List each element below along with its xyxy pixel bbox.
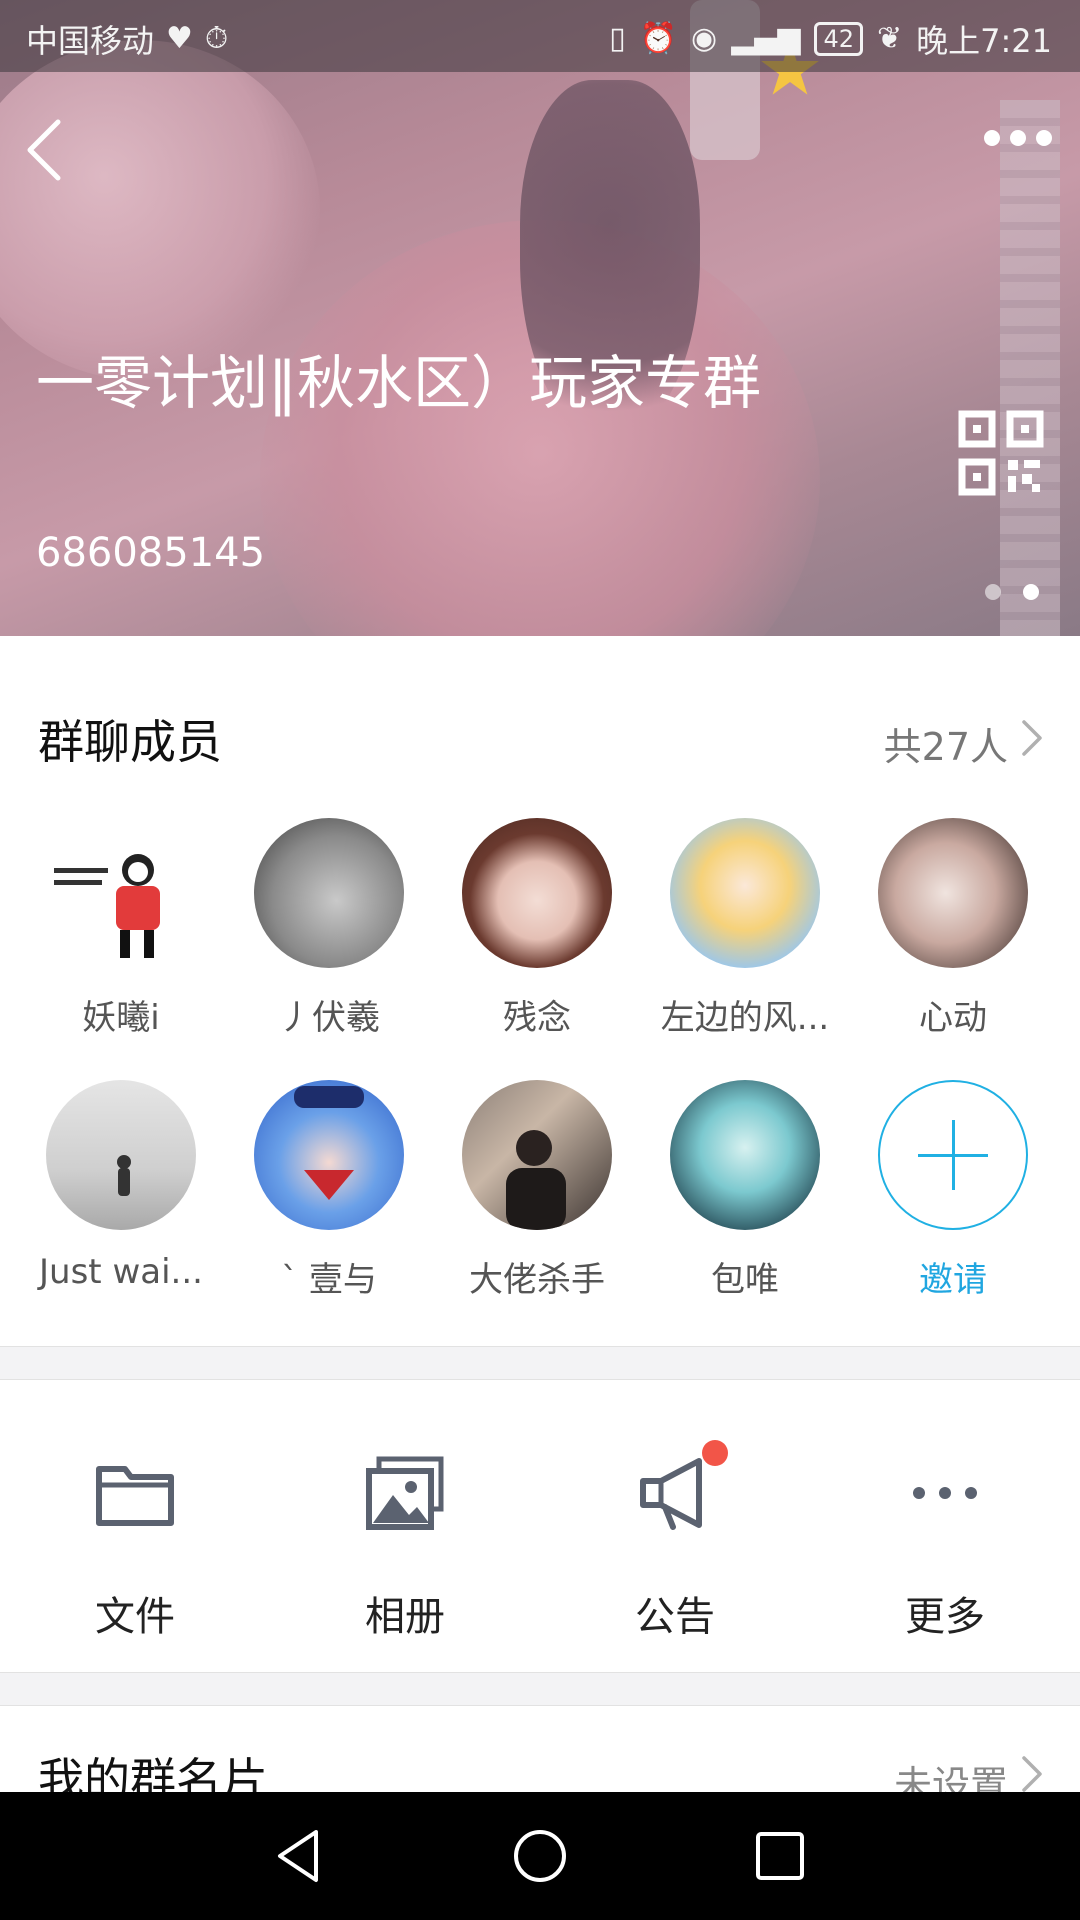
qr-code-button[interactable] xyxy=(958,410,1044,496)
tool-label: 公告 xyxy=(635,1594,715,1640)
avatar xyxy=(46,818,196,968)
tool-album[interactable]: 相册 xyxy=(270,1378,540,1672)
member-item[interactable]: 丿伏羲 xyxy=(225,818,433,1039)
member-item[interactable]: Just wai... xyxy=(17,1080,225,1292)
clock: 晚上7:21 xyxy=(916,22,1052,60)
member-name: ` 壹与 xyxy=(281,1260,377,1300)
member-item[interactable]: 包唯 xyxy=(641,1080,849,1301)
member-item[interactable]: 妖曦i xyxy=(17,818,225,1039)
avatar xyxy=(462,1080,612,1230)
plus-icon xyxy=(878,1080,1028,1230)
section-divider xyxy=(0,1672,1080,1706)
4g-signal-icon: ▂▄▆ xyxy=(731,21,801,56)
member-name: Just wai... xyxy=(39,1252,203,1292)
dot-icon xyxy=(984,130,1000,146)
group-id: 686085145 xyxy=(36,530,266,576)
members-title: 群聊成员 xyxy=(38,715,222,769)
invite-button[interactable]: 邀请 xyxy=(849,1080,1057,1301)
member-name: 丿伏羲 xyxy=(278,998,380,1038)
nav-back-button[interactable] xyxy=(270,1826,330,1886)
chevron-right-icon xyxy=(1022,720,1042,756)
leaf-icon: ❦ xyxy=(876,21,903,56)
status-bar: 中国移动 ♥ ⏱ ▯ ⏰ ◉ ▂▄▆ 42 ❦ 晚上7:21 xyxy=(0,0,1080,72)
member-item[interactable]: 大佬杀手 xyxy=(433,1080,641,1301)
tool-label: 相册 xyxy=(365,1594,445,1640)
group-name: 一零计划‖秋水区）玩家专群 xyxy=(36,349,762,417)
tool-announcement[interactable]: 公告 xyxy=(540,1378,810,1672)
my-card-title: 我的群名片 xyxy=(38,1753,268,1792)
members-count: 共27人 xyxy=(883,725,1008,769)
tool-more[interactable]: 更多 xyxy=(810,1378,1080,1672)
my-group-card-row[interactable]: 我的群名片 未设置 xyxy=(0,1704,1080,1792)
folder-icon xyxy=(96,1466,174,1526)
system-nav-bar xyxy=(0,1792,1080,1920)
avatar xyxy=(670,1080,820,1230)
more-icon xyxy=(913,1487,977,1499)
my-card-value: 未设置 xyxy=(893,1763,1008,1792)
notification-badge xyxy=(702,1440,728,1466)
chevron-right-icon xyxy=(1022,1756,1042,1792)
group-tools: 文件 相册 公告 更多 xyxy=(0,1378,1080,1672)
member-item[interactable]: 左边的风... xyxy=(641,818,849,1039)
battery-icon: 42 xyxy=(814,22,863,56)
tool-label: 文件 xyxy=(95,1594,175,1640)
dot-icon xyxy=(1010,130,1026,146)
qr-code-icon xyxy=(958,410,1044,496)
stopwatch-icon: ⏱ xyxy=(204,21,229,56)
back-button[interactable] xyxy=(20,110,80,190)
pager-dot xyxy=(985,584,1001,600)
megaphone-icon xyxy=(640,1458,702,1530)
alarm-icon: ⏰ xyxy=(639,21,678,56)
pager-dot-active xyxy=(1023,584,1039,600)
avatar xyxy=(254,818,404,968)
avatar xyxy=(878,818,1028,968)
heart-rate-icon: ♥ xyxy=(166,21,193,56)
member-name: 大佬杀手 xyxy=(469,1260,605,1300)
tool-files[interactable]: 文件 xyxy=(0,1378,270,1672)
tool-label: 更多 xyxy=(905,1594,985,1640)
more-options-button[interactable] xyxy=(984,130,1052,146)
member-name: 妖曦i xyxy=(82,998,160,1038)
avatar xyxy=(670,818,820,968)
dot-icon xyxy=(1036,130,1052,146)
eye-icon: ◉ xyxy=(691,21,718,56)
member-name: 心动 xyxy=(919,998,987,1038)
invite-label: 邀请 xyxy=(919,1260,987,1300)
album-icon xyxy=(366,1456,444,1530)
cover-pager xyxy=(985,584,1039,600)
avatar xyxy=(46,1080,196,1230)
carrier-label: 中国移动 xyxy=(26,22,155,60)
nav-recents-button[interactable] xyxy=(750,1826,810,1886)
avatar xyxy=(462,818,612,968)
member-item[interactable]: 残念 xyxy=(433,818,641,1039)
avatar xyxy=(254,1080,404,1230)
member-item[interactable]: ` 壹与 xyxy=(225,1080,433,1301)
member-name: 残念 xyxy=(503,998,571,1038)
vibrate-icon: ▯ xyxy=(609,21,626,56)
nav-home-button[interactable] xyxy=(510,1826,570,1886)
member-name: 包唯 xyxy=(711,1260,779,1300)
section-divider xyxy=(0,1346,1080,1380)
member-item[interactable]: 心动 xyxy=(849,818,1057,1039)
member-name: 左边的风... xyxy=(660,998,830,1038)
chevron-left-icon xyxy=(27,119,61,181)
members-header[interactable]: 群聊成员 共27人 xyxy=(0,690,1080,786)
